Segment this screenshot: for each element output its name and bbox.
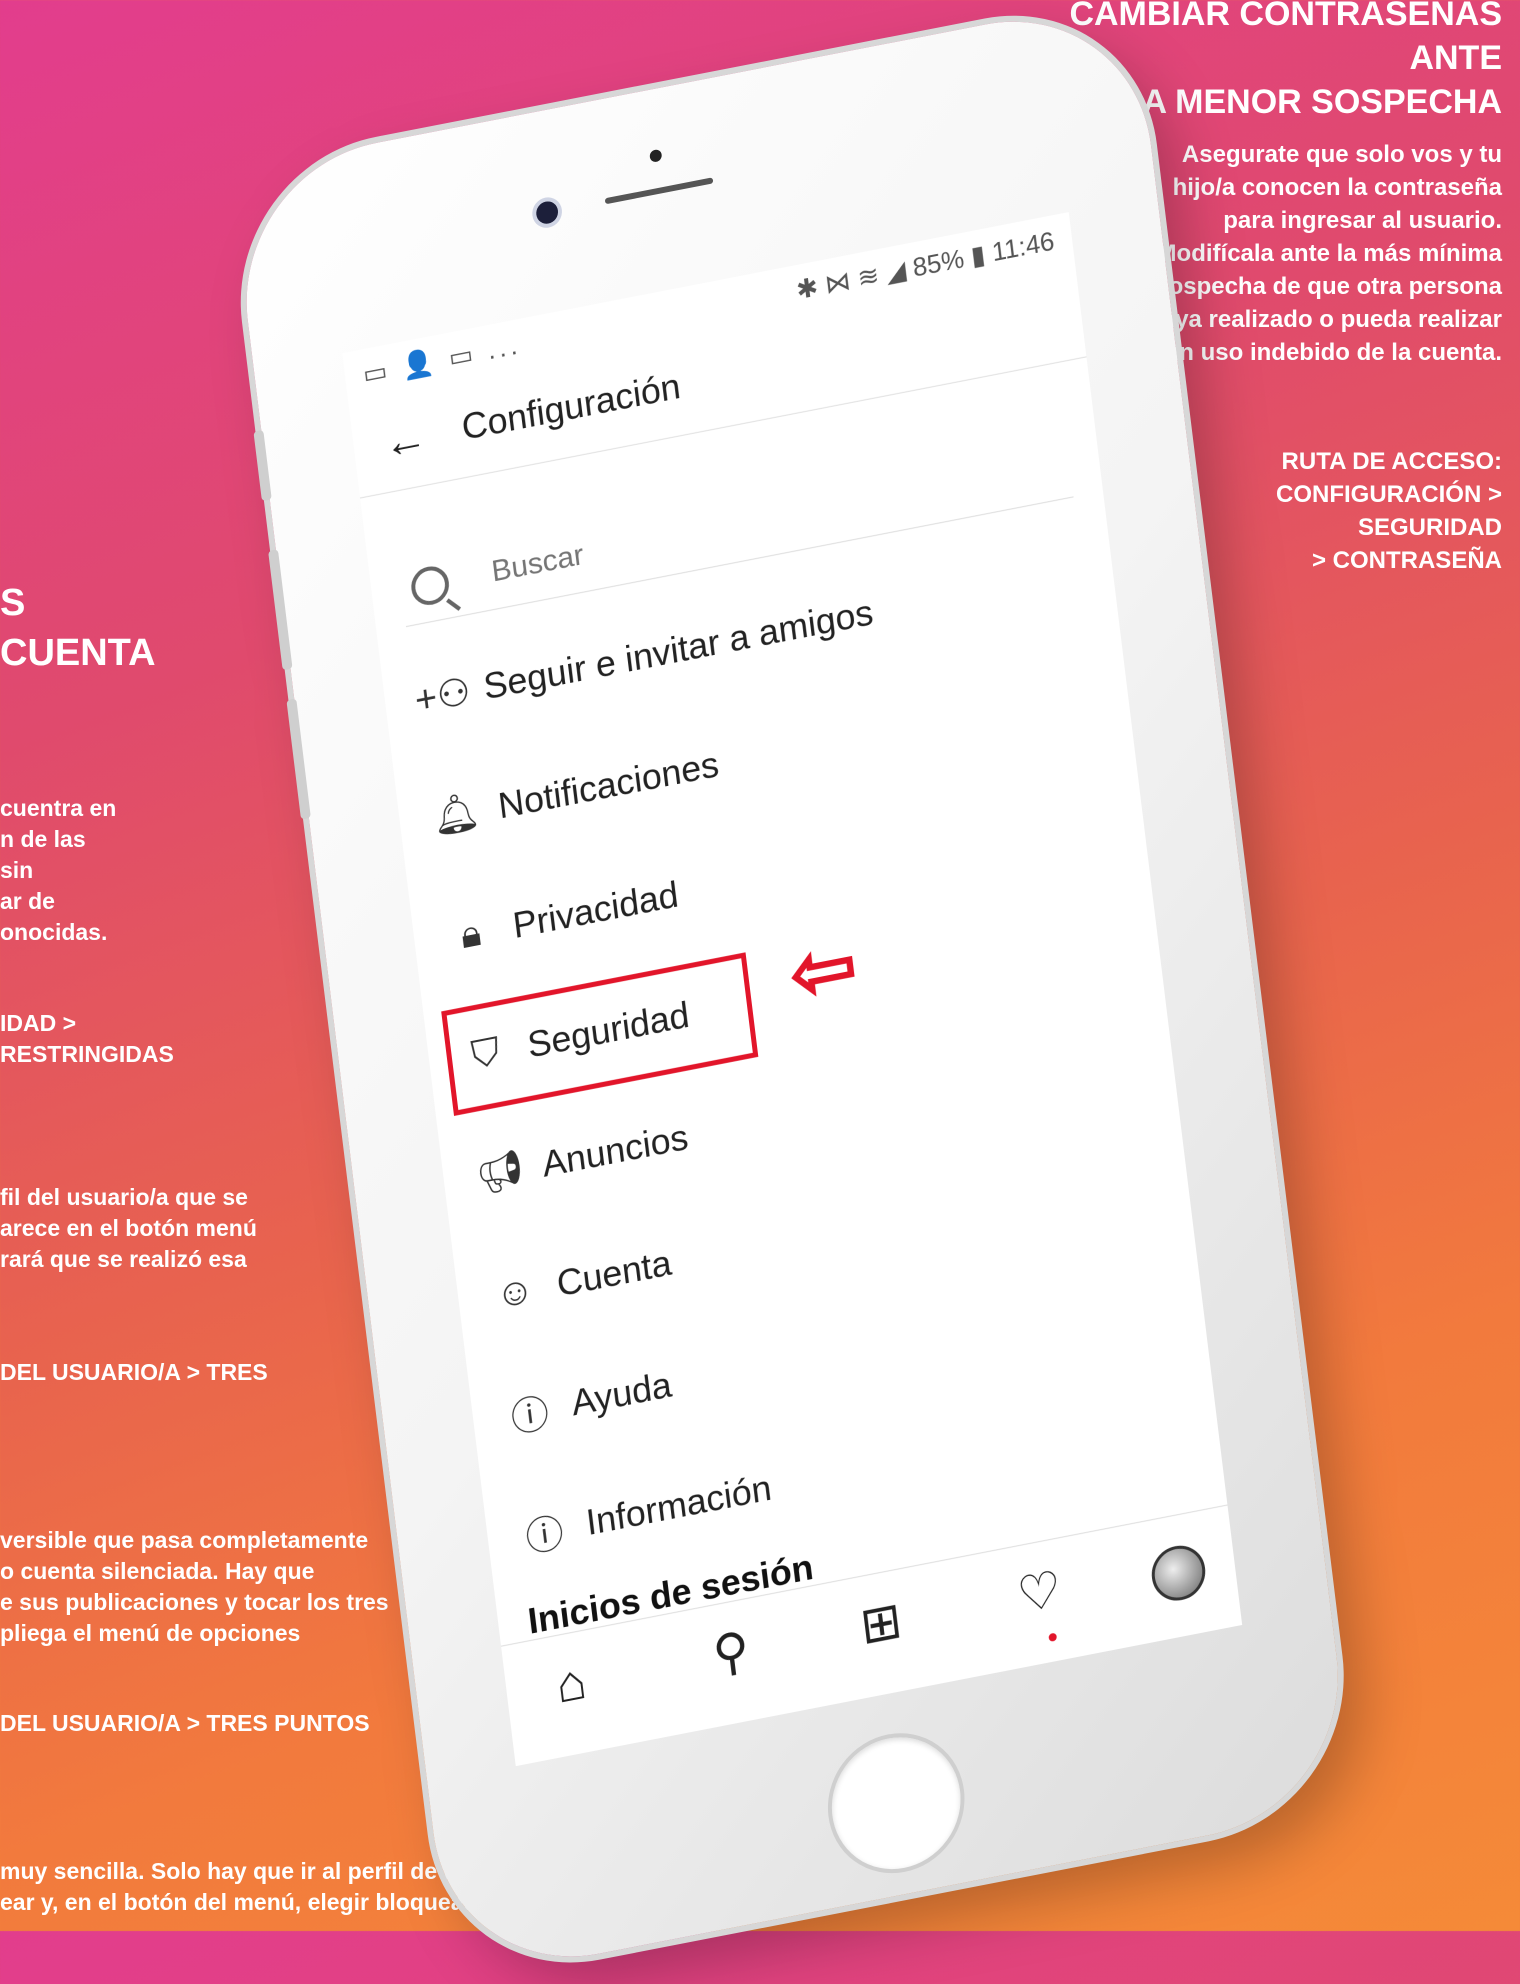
search-icon	[409, 563, 452, 609]
line: RESTRINGIDAS	[0, 1041, 174, 1067]
activity-dot	[1048, 1632, 1058, 1643]
left-block-2-route: DEL USUARIO/A > TRES	[0, 1357, 268, 1388]
new-post-icon[interactable]: ⊞	[857, 1590, 905, 1656]
menu-item-notifications[interactable]: 🔔︎ Notificaciones	[425, 729, 722, 855]
line: cuentra en	[0, 795, 117, 821]
menu-label: Notificaciones	[495, 743, 721, 827]
page-title: Configuración	[459, 364, 683, 448]
line: fil del usuario/a que se	[0, 1184, 248, 1210]
volume-down-button	[286, 698, 311, 820]
pointer-arrow-icon: ⇦	[785, 918, 862, 1020]
info-circle-icon: ⓘ	[523, 1511, 567, 1561]
left-block-4: muy sencilla. Solo hay que ir al perfil …	[0, 1856, 478, 1918]
left-block-1: cuentra en n de las sin ar de onocidas.	[0, 793, 116, 948]
heart-icon[interactable]: ♡	[1014, 1559, 1065, 1625]
back-arrow-icon[interactable]: ←	[381, 412, 430, 470]
left-heading: S CUENTA	[0, 578, 156, 678]
user-circle-icon: ☺	[493, 1267, 537, 1317]
left-block-3-route: DEL USUARIO/A > TRES PUNTOS	[0, 1708, 370, 1739]
megaphone-icon: 📢︎	[474, 1147, 527, 1199]
line: e sus publicaciones y tocar los tres	[0, 1589, 389, 1615]
line: DEL USUARIO/A > TRES	[0, 1359, 268, 1385]
heading-line: S	[0, 582, 26, 624]
line: DEL USUARIO/A > TRES PUNTOS	[0, 1710, 370, 1736]
line: ear y, en el botón del menú, elegir bloq…	[0, 1889, 478, 1915]
left-block-2: fil del usuario/a que se arece en el bot…	[0, 1182, 257, 1275]
add-person-icon: +⚇	[412, 669, 473, 723]
search-input[interactable]	[487, 478, 889, 592]
menu-label: Ayuda	[569, 1363, 674, 1424]
lock-icon: 🔒︎	[458, 911, 484, 957]
line: onocidas.	[0, 919, 108, 945]
line: rará que se realizó esa	[0, 1246, 247, 1272]
line: muy sencilla. Solo hay que ir al perfil …	[0, 1858, 463, 1884]
earpiece-speaker	[604, 177, 714, 205]
profile-avatar[interactable]	[1148, 1541, 1209, 1606]
menu-item-privacy[interactable]: 🔒︎ Privacidad	[440, 859, 682, 974]
menu-label: Privacidad	[510, 873, 681, 947]
line: ar de	[0, 888, 55, 914]
phone-screen: ▭ 👤 ▭ ... ✱ ⋈ ≋ ◢ 85% ▮ 11:46 ← Configur…	[342, 212, 1243, 1767]
line: versible que pasa completamente	[0, 1527, 369, 1553]
bell-icon: 🔔︎	[430, 789, 483, 841]
line: arece en el botón menú	[0, 1215, 257, 1241]
menu-label: Cuenta	[554, 1241, 674, 1305]
mute-switch	[253, 429, 272, 502]
left-block-3: versible que pasa completamente o cuenta…	[0, 1525, 389, 1649]
line: o cuenta silenciada. Hay que	[0, 1558, 315, 1584]
menu-label: Información	[583, 1466, 774, 1544]
heading-line: CUENTA	[0, 632, 156, 674]
menu-item-help[interactable]: ⓘ Ayuda	[499, 1350, 676, 1452]
front-camera	[534, 199, 560, 226]
menu-item-account[interactable]: ☺ Cuenta	[484, 1227, 675, 1332]
line: sin	[0, 857, 34, 883]
menu-label: Seguir e invitar a amigos	[481, 590, 876, 708]
line: pliega el menú de opciones	[0, 1620, 301, 1646]
line: IDAD >	[0, 1010, 77, 1036]
menu-item-ads[interactable]: 📢︎ Anuncios	[469, 1102, 692, 1213]
proximity-sensor	[649, 148, 663, 163]
search-nav-icon[interactable]: ⚲	[710, 1620, 753, 1685]
volume-up-button	[268, 549, 293, 671]
line: n de las	[0, 826, 86, 852]
route-line: RUTA DE ACCESO:	[1281, 448, 1502, 475]
home-button[interactable]	[820, 1721, 973, 1886]
security-highlight-box	[441, 952, 759, 1116]
help-circle-icon: ⓘ	[508, 1391, 552, 1441]
menu-label: Anuncios	[539, 1115, 691, 1185]
left-block-1-route: IDAD > RESTRINGIDAS	[0, 1008, 174, 1070]
home-icon[interactable]: ⌂	[553, 1651, 590, 1714]
route-line: CONFIGURACIÓN >	[1275, 481, 1502, 508]
menu-item-info[interactable]: ⓘ Información	[513, 1452, 775, 1571]
